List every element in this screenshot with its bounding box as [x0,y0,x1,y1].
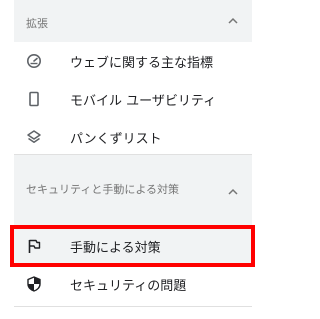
section-header-security-manual-actions[interactable]: セキュリティと手動による対策 [14,155,252,225]
sidebar-item-security-issues[interactable]: セキュリティの問題 [14,265,252,303]
sidebar-item-mobile-usability[interactable]: モバイル ユーザビリティ [14,80,252,118]
flag-icon [28,239,41,253]
section-header-enhancements[interactable]: 拡張 [14,0,252,42]
shield-icon [27,276,41,292]
smartphone-icon [29,91,39,107]
section-title: 拡張 [26,17,48,30]
sidebar-panel: 拡張 ウェブに関する主な指標 モバイル ユーザビリティ パンくずリスト セキュリ… [14,0,252,319]
section-divider [14,306,252,307]
sidebar-item-manual-actions[interactable]: 手動による対策 [14,227,252,265]
chevron-up-icon [228,188,238,195]
chevron-up-icon [228,17,238,24]
gauge-icon [27,54,41,68]
sidebar-item-label: ウェブに関する主な指標 [70,56,214,71]
section-title: セキュリティと手動による対策 [26,183,180,196]
sidebar-item-breadcrumbs[interactable]: パンくずリスト [14,118,252,156]
sidebar-item-label: モバイル ユーザビリティ [70,94,217,109]
sidebar-item-label: パンくずリスト [70,132,162,147]
sidebar-item-core-web-vitals[interactable]: ウェブに関する主な指標 [14,42,252,80]
layers-diamond-icon [27,130,41,143]
sidebar-item-label: 手動による対策 [70,241,161,256]
sidebar-item-label: セキュリティの問題 [70,279,187,294]
